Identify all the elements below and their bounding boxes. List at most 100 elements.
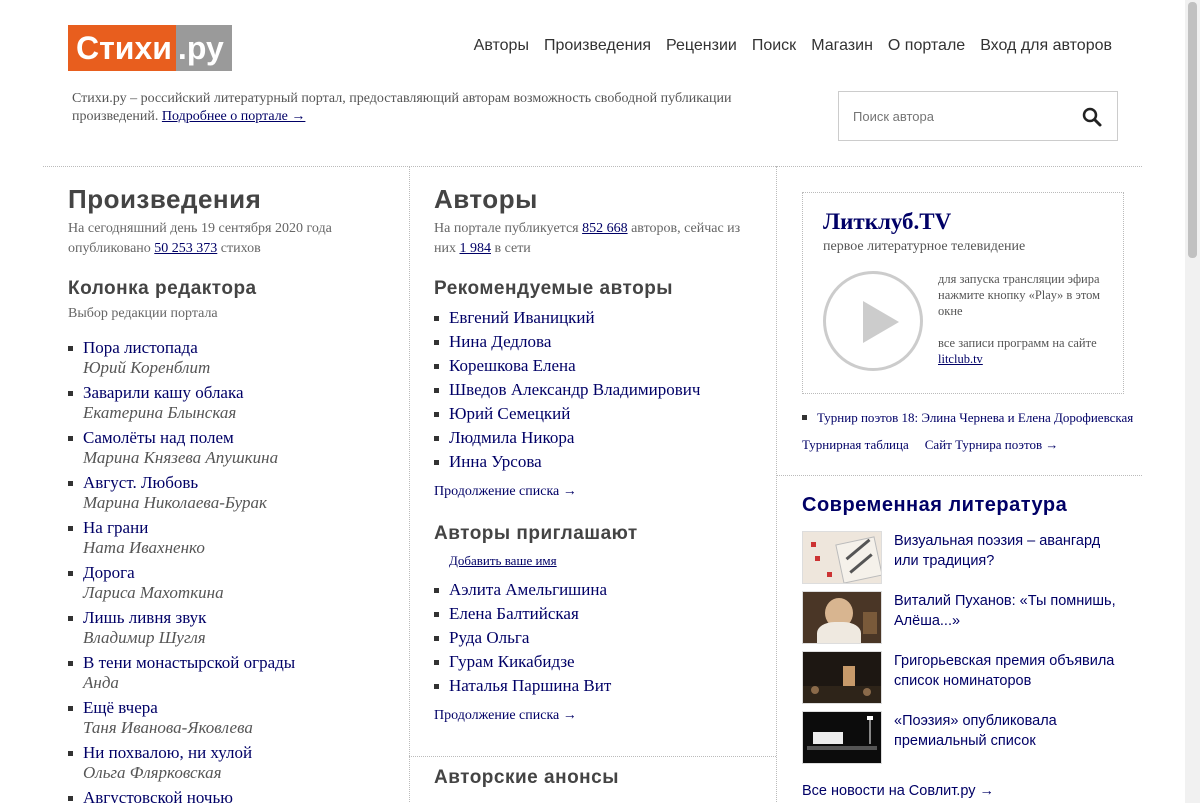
site-logo[interactable]: Стихи .ру	[68, 25, 232, 71]
work-author: Ната Ивахненко	[83, 538, 205, 557]
nav-shop[interactable]: Магазин	[811, 37, 873, 55]
list-item: Дорога Лариса Махоткина	[68, 563, 398, 603]
recommended-authors-list: Евгений Иваницкий Нина Дедлова Корешкова…	[434, 308, 764, 476]
author-link[interactable]: Елена Балтийская	[449, 604, 579, 623]
search-input[interactable]	[839, 101, 1069, 131]
list-item: Евгений Иваницкий	[434, 308, 764, 332]
recommended-more-link[interactable]: Продолжение списка →	[434, 482, 764, 502]
work-title-link[interactable]: Дорога	[83, 563, 398, 583]
litclub-title[interactable]: Литклуб.TV	[823, 209, 951, 235]
news-thumbnail[interactable]	[802, 591, 882, 644]
work-title-link[interactable]: Лишь ливня звук	[83, 608, 398, 628]
litclub-archive: все записи программ на сайте litclub.tv	[938, 335, 1118, 367]
litclub-link[interactable]: litclub.tv	[938, 352, 983, 366]
nav-authors[interactable]: Авторы	[474, 37, 529, 55]
work-title-link[interactable]: Заварили кашу облака	[83, 383, 398, 403]
work-title-link[interactable]: Пора листопада	[83, 338, 398, 358]
author-link[interactable]: Руда Ольга	[449, 628, 529, 647]
tournament-links: Турнирная таблица Сайт Турнира поэтов →	[802, 437, 1147, 453]
sidebar-divider	[777, 475, 1142, 476]
author-link[interactable]: Наталья Паршина Вит	[449, 676, 611, 695]
news-item[interactable]: Визуальная поэзия – авангард или традици…	[802, 531, 1142, 591]
online-count-link[interactable]: 1 984	[459, 241, 491, 256]
play-icon[interactable]	[823, 271, 923, 371]
editor-column-title: Колонка редактора	[68, 278, 257, 299]
works-stat-suffix: стихов	[220, 241, 261, 256]
work-title-link[interactable]: Ещё вчера	[83, 698, 398, 718]
author-link[interactable]: Людмила Никора	[449, 428, 574, 447]
intro-more-link[interactable]: Подробнее о портале →	[162, 109, 306, 124]
search-icon[interactable]	[1081, 106, 1103, 128]
nav-about[interactable]: О портале	[888, 37, 965, 55]
work-title-link[interactable]: Августовской ночью	[83, 788, 398, 803]
works-title: Произведения	[68, 184, 262, 214]
authors-count-link[interactable]: 852 668	[582, 221, 628, 236]
works-stat: На сегодняшний день 19 сентября 2020 год…	[68, 219, 398, 259]
modern-literature: Современная литература Визуальная поэзия…	[802, 494, 1142, 799]
work-author: Марина Николаева-Бурак	[83, 493, 267, 512]
list-item: Турнир поэтов 18: Элина Чернева и Елена …	[802, 409, 1147, 427]
tournament-block: Турнир поэтов 18: Элина Чернева и Елена …	[802, 409, 1147, 453]
tournament-site-link[interactable]: Сайт Турнира поэтов →	[925, 437, 1059, 453]
list-item: Ещё вчера Таня Иванова-Яковлева	[68, 698, 398, 738]
list-item: Заварили кашу облака Екатерина Блынская	[68, 383, 398, 423]
authors-stat-suffix: в сети	[494, 241, 531, 256]
author-link[interactable]: Нина Дедлова	[449, 332, 551, 351]
work-title-link[interactable]: На грани	[83, 518, 398, 538]
work-author: Таня Иванова-Яковлева	[83, 718, 253, 737]
news-thumbnail[interactable]	[802, 531, 882, 584]
news-title[interactable]: Виталий Пуханов: «Ты помнишь, Алёша...»	[894, 591, 1124, 651]
list-item: Гурам Кикабидзе	[434, 652, 764, 676]
list-item: Ни похвалою, ни хулой Ольга Флярковская	[68, 743, 398, 783]
authors-title: Авторы	[434, 184, 538, 214]
tournament-table-link[interactable]: Турнирная таблица	[802, 437, 909, 453]
all-news-link[interactable]: Все новости на Совлит.ру →	[802, 783, 994, 799]
list-item: Руда Ольга	[434, 628, 764, 652]
scrollbar-thumb[interactable]	[1188, 2, 1197, 258]
work-title-link[interactable]: Август. Любовь	[83, 473, 398, 493]
list-item: Аэлита Амельгишина	[434, 580, 764, 604]
litclub-description: для запуска трансляции эфира нажмите кно…	[938, 272, 1101, 318]
author-link[interactable]: Шведов Александр Владимирович	[449, 380, 700, 399]
news-title[interactable]: «Поэзия» опубликовала премиальный список	[894, 711, 1124, 771]
news-item[interactable]: Григорьевская премия объявила список ном…	[802, 651, 1142, 711]
column-divider-2	[776, 166, 777, 803]
news-thumbnail[interactable]	[802, 711, 882, 764]
list-item: Августовской ночью	[68, 788, 398, 803]
news-list: Визуальная поэзия – авангард или традици…	[802, 531, 1142, 771]
litclub-subtitle: первое литературное телевидение	[823, 239, 1026, 254]
modern-literature-title: Современная литература	[802, 494, 1068, 516]
nav-works[interactable]: Произведения	[544, 37, 651, 55]
work-title-link[interactable]: Самолёты над полем	[83, 428, 398, 448]
list-item: Юрий Семецкий	[434, 404, 764, 428]
news-item[interactable]: Виталий Пуханов: «Ты помнишь, Алёша...»	[802, 591, 1142, 651]
nav-reviews[interactable]: Рецензии	[666, 37, 737, 55]
list-item: Людмила Никора	[434, 428, 764, 452]
litclub-widget: Литклуб.TV первое литературное телевиден…	[802, 192, 1124, 394]
news-thumbnail[interactable]	[802, 651, 882, 704]
work-author: Лариса Махоткина	[83, 583, 224, 602]
news-title[interactable]: Григорьевская премия объявила список ном…	[894, 651, 1124, 711]
author-link[interactable]: Аэлита Амельгишина	[449, 580, 607, 599]
news-item[interactable]: «Поэзия» опубликовала премиальный список	[802, 711, 1142, 771]
nav-search[interactable]: Поиск	[752, 37, 796, 55]
author-link[interactable]: Евгений Иваницкий	[449, 308, 595, 327]
author-link[interactable]: Юрий Семецкий	[449, 404, 570, 423]
news-title[interactable]: Визуальная поэзия – авангард или традици…	[894, 531, 1124, 591]
nav-login[interactable]: Вход для авторов	[980, 37, 1112, 55]
invite-more-link[interactable]: Продолжение списка →	[434, 706, 764, 726]
author-link[interactable]: Корешкова Елена	[449, 356, 576, 375]
work-title-link[interactable]: Ни похвалою, ни хулой	[83, 743, 398, 763]
column-divider-1	[409, 166, 410, 803]
add-name-link[interactable]: Добавить ваше имя	[449, 552, 764, 570]
author-link[interactable]: Инна Урсова	[449, 452, 542, 471]
portal-intro: Стихи.ру – российский литературный порта…	[72, 90, 762, 126]
tournament-link[interactable]: Турнир поэтов 18: Элина Чернева и Елена …	[817, 410, 1133, 425]
works-count-link[interactable]: 50 253 373	[154, 241, 217, 256]
page-scrollbar[interactable]	[1185, 0, 1200, 803]
author-link[interactable]: Гурам Кикабидзе	[449, 652, 575, 671]
header-divider	[43, 166, 1142, 167]
work-author: Ольга Флярковская	[83, 763, 222, 782]
sidebar: Литклуб.TV первое литературное телевиден…	[802, 192, 1142, 394]
work-title-link[interactable]: В тени монастырской ограды	[83, 653, 398, 673]
